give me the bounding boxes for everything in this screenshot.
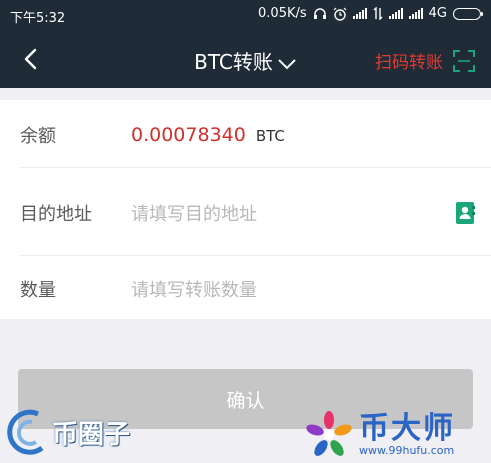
data-transfer-icon — [373, 7, 383, 20]
scan-transfer-label: 扫码转账 — [375, 53, 443, 73]
address-row: 目的地址 请填写目的地址 — [0, 192, 491, 234]
status-bar: 下午5:32 0.05K/s 4G — [0, 0, 491, 30]
signal-icon — [352, 8, 367, 19]
address-book-icon[interactable] — [455, 201, 475, 225]
balance-unit: BTC — [255, 127, 285, 145]
network-speed: 0.05K/s — [258, 6, 307, 21]
watermark-url: www.99hufu.com — [359, 444, 455, 457]
alarm-icon — [333, 7, 347, 21]
network-type: 4G — [428, 6, 447, 21]
status-icons: 0.05K/s 4G — [258, 6, 483, 21]
chevron-down-icon — [278, 58, 296, 69]
status-time: 下午5:32 — [10, 11, 66, 26]
divider — [20, 255, 491, 256]
watermark-right: 币大师 www.99hufu.com — [305, 410, 455, 460]
signal-icon-2 — [388, 8, 403, 19]
balance-value: 0.00078340 — [131, 124, 246, 146]
balance-row: 余额 0.00078340 BTC — [0, 114, 491, 156]
amount-input[interactable]: 请填写转账数量 — [131, 276, 257, 302]
page-title: BTC转账 — [194, 50, 273, 74]
nav-bar: BTC转账 扫码转账 — [0, 30, 491, 88]
amount-label: 数量 — [20, 280, 56, 301]
scan-transfer-button[interactable]: 扫码转账 — [375, 48, 475, 73]
scan-frame-icon — [453, 49, 475, 72]
headphones-icon — [313, 8, 326, 19]
divider — [20, 167, 491, 168]
amount-row: 数量 请填写转账数量 — [0, 268, 491, 310]
transfer-form: 余额 0.00078340 BTC 目的地址 请填写目的地址 数量 请填写转账数量 — [0, 100, 491, 319]
signal-icon-3 — [408, 8, 423, 19]
balance-display: 0.00078340 BTC — [131, 124, 285, 146]
address-label: 目的地址 — [20, 204, 92, 225]
watermark-brand: 币大师 — [359, 411, 455, 446]
battery-icon — [453, 7, 483, 20]
address-input[interactable]: 请填写目的地址 — [131, 200, 257, 226]
flower-logo-icon — [306, 411, 352, 456]
watermark-logo-icon — [7, 409, 44, 455]
watermark-left-text: 币圈子 — [52, 419, 131, 450]
balance-label: 余额 — [20, 126, 56, 147]
watermark-left: 币圈子 — [6, 408, 130, 456]
